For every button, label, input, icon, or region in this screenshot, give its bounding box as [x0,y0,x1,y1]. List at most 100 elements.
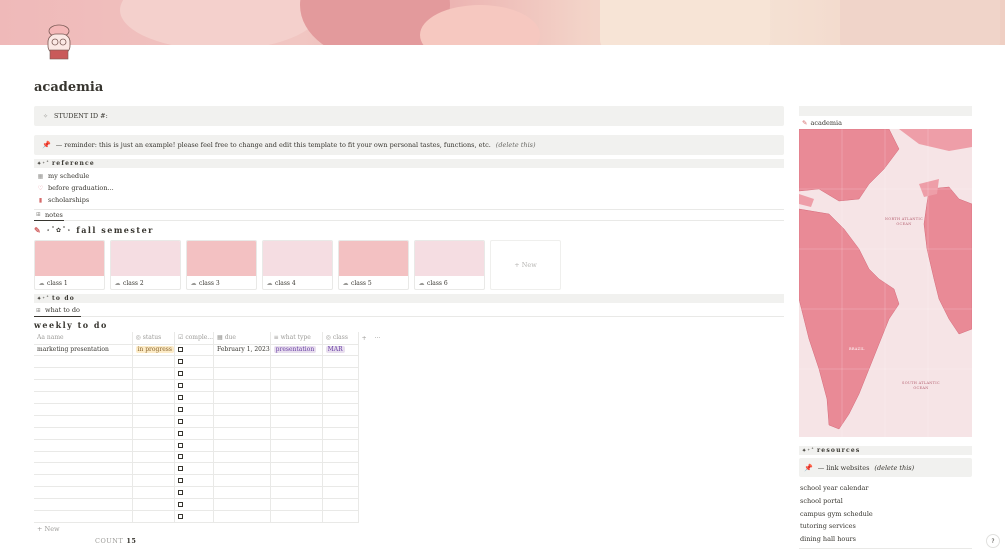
cell-complete[interactable] [174,403,215,416]
table-row[interactable] [34,474,388,488]
cell-type[interactable] [270,391,323,404]
cell-status[interactable] [132,486,175,500]
column-header-name[interactable]: Aa name [34,332,133,345]
cell-status[interactable] [132,355,175,369]
cell-complete[interactable] [174,486,215,500]
cell-complete[interactable] [174,355,215,369]
cell-class[interactable] [322,415,359,428]
cell-due[interactable] [213,474,271,488]
cell-due[interactable] [213,451,271,464]
class-card[interactable]: ☁ class 3 [186,240,257,290]
cell-status[interactable]: in progress [132,344,175,357]
table-row[interactable] [34,415,388,428]
cell-status[interactable] [132,403,175,416]
cell-type[interactable] [270,498,323,511]
cell-complete[interactable] [174,427,215,440]
page-cover-banner[interactable] [0,0,1005,45]
complete-checkbox[interactable] [177,418,183,424]
cell-name[interactable] [34,510,133,523]
class-card[interactable]: ☁ class 4 [262,240,333,290]
page-icon-avatar[interactable] [40,22,78,62]
cell-due[interactable] [213,462,271,476]
cell-class[interactable] [322,391,359,404]
cell-type[interactable] [270,403,323,416]
class-card[interactable]: ☁ class 6 [414,240,485,290]
table-row[interactable] [34,510,388,523]
cell-class[interactable] [322,498,359,511]
cell-name[interactable] [34,486,133,500]
cell-complete[interactable] [174,462,215,476]
class-card[interactable]: ☁ class 2 [110,240,181,290]
cell-status[interactable] [132,379,175,393]
cell-status[interactable] [132,439,175,452]
table-row[interactable] [34,367,388,381]
cell-type[interactable] [270,510,323,523]
column-header-status[interactable]: ◎ status [132,332,175,345]
table-row[interactable] [34,355,388,369]
cell-type[interactable] [270,427,323,440]
complete-checkbox[interactable] [177,383,183,389]
cell-class[interactable] [322,403,359,416]
cell-name[interactable] [34,403,133,416]
cell-name[interactable]: marketing presentation [34,344,133,357]
cell-name[interactable] [34,427,133,440]
cell-type[interactable] [270,486,323,500]
table-row[interactable] [34,451,388,464]
cell-complete[interactable] [174,344,215,357]
complete-checkbox[interactable] [177,513,183,519]
cell-complete[interactable] [174,510,215,523]
table-row[interactable] [34,379,388,393]
complete-checkbox[interactable] [177,359,183,365]
cell-complete[interactable] [174,439,215,452]
cell-status[interactable] [132,510,175,523]
column-header-due[interactable]: ▦ due [213,332,271,345]
cell-status[interactable] [132,474,175,488]
resource-link[interactable]: dining hall hours [799,533,972,546]
cell-type[interactable] [270,439,323,452]
cell-type[interactable]: presentation [270,344,323,357]
cell-due[interactable] [213,427,271,440]
cell-name[interactable] [34,367,133,381]
cell-type[interactable] [270,379,323,393]
complete-checkbox[interactable] [177,347,183,353]
cell-class[interactable] [322,367,359,381]
resource-link[interactable]: tutoring services [799,520,972,533]
link-my-schedule[interactable]: ▦ my schedule [34,170,784,182]
table-new-row-button[interactable]: + New [34,524,784,535]
table-row[interactable] [34,486,388,500]
complete-checkbox[interactable] [177,454,183,460]
new-card-button[interactable]: + New [490,240,561,290]
cell-complete[interactable] [174,474,215,488]
cell-type[interactable] [270,474,323,488]
table-row[interactable] [34,391,388,404]
cell-status[interactable] [132,462,175,476]
class-card[interactable]: ☁ class 1 [34,240,105,290]
cell-name[interactable] [34,439,133,452]
complete-checkbox[interactable] [177,502,183,508]
cell-due[interactable] [213,391,271,404]
add-column-button[interactable]: + [362,335,367,342]
student-id-callout[interactable]: ✧ STUDENT ID #: [34,106,784,126]
cell-complete[interactable] [174,391,215,404]
cell-class[interactable] [322,510,359,523]
cell-due[interactable] [213,486,271,500]
cell-name[interactable] [34,451,133,464]
table-row[interactable] [34,403,388,416]
cell-status[interactable] [132,451,175,464]
class-card[interactable]: ☁ class 5 [338,240,409,290]
table-row[interactable] [34,462,388,476]
cell-status[interactable] [132,415,175,428]
resource-link[interactable]: school portal [799,495,972,508]
cell-name[interactable] [34,474,133,488]
cell-due[interactable] [213,403,271,416]
cell-class[interactable]: MAR [322,344,359,357]
cell-due[interactable] [213,379,271,393]
cell-due[interactable] [213,355,271,369]
cell-type[interactable] [270,462,323,476]
cell-complete[interactable] [174,498,215,511]
table-row[interactable] [34,427,388,440]
cell-class[interactable] [322,355,359,369]
resource-link[interactable]: school year calendar [799,482,972,495]
complete-checkbox[interactable] [177,406,183,412]
cell-name[interactable] [34,391,133,404]
